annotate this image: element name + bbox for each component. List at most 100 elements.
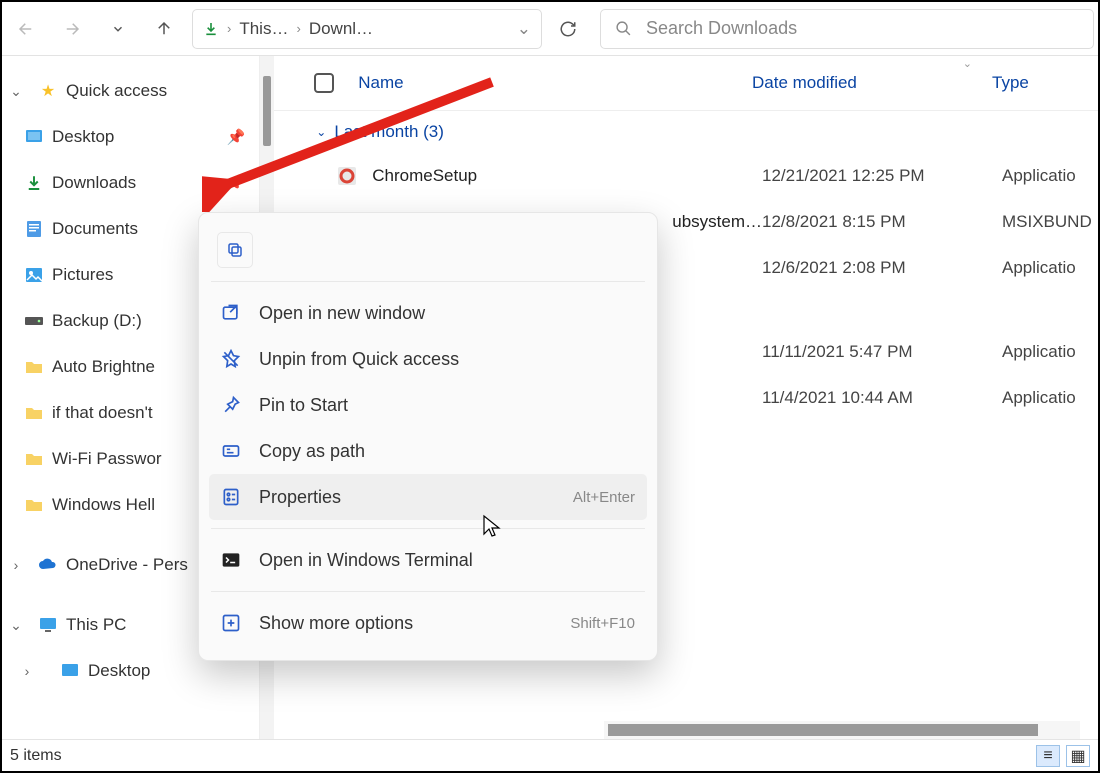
sidebar-label: Quick access (66, 81, 167, 101)
file-date: 12/6/2021 2:08 PM (762, 258, 1002, 278)
drive-icon (24, 311, 44, 331)
breadcrumb-segment[interactable]: This… (239, 19, 288, 39)
file-type: Applicatio (1002, 166, 1098, 186)
file-date: 11/4/2021 10:44 AM (762, 388, 1002, 408)
sidebar-label: Auto Brightne (52, 357, 155, 377)
ctx-label: Show more options (259, 613, 413, 634)
file-group[interactable]: ⌄ Last month (3) (274, 111, 1098, 153)
copy-path-icon (221, 441, 241, 461)
horizontal-scrollbar[interactable] (604, 721, 1080, 739)
sidebar-label: Downloads (52, 173, 136, 193)
chevron-down-icon[interactable]: ⌄ (2, 617, 30, 634)
sidebar-label: OneDrive - Pers (66, 555, 188, 575)
file-row[interactable]: ChromeSetup 12/21/2021 12:25 PM Applicat… (274, 153, 1098, 199)
sidebar-label: This PC (66, 615, 126, 635)
ctx-unpin[interactable]: Unpin from Quick access (209, 336, 647, 382)
pictures-icon (24, 265, 44, 285)
ctx-label: Unpin from Quick access (259, 349, 459, 370)
details-view-button[interactable]: ≡ (1036, 745, 1060, 767)
group-label: Last month (3) (334, 122, 444, 142)
chevron-down-icon: ⌄ (316, 125, 326, 139)
sidebar-label: Backup (D:) (52, 311, 142, 331)
ctx-copy-path[interactable]: Copy as path (209, 428, 647, 474)
download-icon (24, 173, 44, 193)
ctx-pin-start[interactable]: Pin to Start (209, 382, 647, 428)
forward-button[interactable] (52, 9, 92, 49)
ctx-properties[interactable]: Properties Alt+Enter (209, 474, 647, 520)
pin-icon: 📌 (227, 128, 246, 146)
desktop-icon (24, 127, 44, 147)
sidebar-label: Desktop (52, 127, 114, 147)
ctx-label: Properties (259, 487, 341, 508)
ctx-more-options[interactable]: Show more options Shift+F10 (209, 600, 647, 646)
chevron-down-icon[interactable]: ⌄ (517, 19, 531, 39)
chevron-right-icon[interactable]: › (2, 557, 30, 573)
properties-icon (221, 487, 241, 507)
icons-view-button[interactable]: ▦ (1066, 745, 1090, 767)
search-box[interactable]: Search Downloads (600, 9, 1094, 49)
sidebar-label: Windows Hell (52, 495, 155, 515)
folder-icon (24, 403, 44, 423)
ctx-open-new-window[interactable]: Open in new window (209, 290, 647, 336)
sidebar-item-downloads[interactable]: Downloads 📌 (2, 160, 259, 206)
refresh-button[interactable] (548, 9, 588, 49)
file-date: 11/11/2021 5:47 PM (762, 342, 1002, 362)
new-window-icon (221, 303, 241, 323)
folder-icon (24, 449, 44, 469)
folder-icon (24, 357, 44, 377)
file-type: Applicatio (1002, 342, 1098, 362)
file-name: ChromeSetup (372, 166, 762, 186)
address-bar[interactable]: › This… › Downl… ⌄ (192, 9, 542, 49)
toolbar: › This… › Downl… ⌄ Search Downloads (2, 2, 1098, 56)
ctx-shortcut: Alt+Enter (573, 489, 635, 506)
recent-locations-button[interactable] (98, 9, 138, 49)
column-name[interactable]: Name (358, 73, 752, 93)
copy-icon (226, 241, 244, 259)
pin-icon (221, 395, 241, 415)
cloud-icon (38, 555, 58, 575)
file-date: 12/8/2021 8:15 PM (762, 212, 1002, 232)
sidebar-label: Pictures (52, 265, 113, 285)
breadcrumb-segment[interactable]: Downl… (309, 19, 373, 39)
sidebar-label: Documents (52, 219, 138, 239)
sidebar-label: Wi-Fi Passwor (52, 449, 162, 469)
column-date[interactable]: ⌄Date modified (752, 73, 992, 93)
breadcrumb-sep-icon: › (296, 21, 300, 36)
up-button[interactable] (144, 9, 184, 49)
sidebar-label: if that doesn't (52, 403, 153, 423)
copy-button[interactable] (217, 232, 253, 268)
ctx-label: Open in Windows Terminal (259, 550, 473, 571)
file-type: MSIXBUND (1002, 212, 1098, 232)
breadcrumb-sep-icon: › (227, 21, 231, 36)
terminal-icon (221, 550, 241, 570)
file-type: Applicatio (1002, 388, 1098, 408)
context-menu: Open in new window Unpin from Quick acce… (198, 212, 658, 661)
more-options-icon (221, 613, 241, 633)
sidebar-item-desktop[interactable]: Desktop 📌 (2, 114, 259, 160)
search-placeholder: Search Downloads (646, 18, 797, 39)
desktop-icon (60, 661, 80, 681)
column-type[interactable]: Type (992, 73, 1088, 93)
application-icon (336, 165, 358, 187)
sort-indicator-icon: ⌄ (963, 57, 972, 70)
sidebar-label: Desktop (88, 661, 150, 681)
chevron-down-icon[interactable]: ⌄ (2, 83, 30, 100)
monitor-icon (38, 615, 58, 635)
star-icon: ★ (38, 81, 58, 101)
document-icon (24, 219, 44, 239)
chevron-right-icon[interactable]: › (2, 663, 52, 679)
search-icon (615, 20, 632, 37)
ctx-label: Open in new window (259, 303, 425, 324)
sidebar-quick-access[interactable]: ⌄ ★ Quick access (2, 68, 259, 114)
back-button[interactable] (6, 9, 46, 49)
file-type: Applicatio (1002, 258, 1098, 278)
unpin-icon (221, 349, 241, 369)
ctx-label: Copy as path (259, 441, 365, 462)
ctx-terminal[interactable]: Open in Windows Terminal (209, 537, 647, 583)
ctx-label: Pin to Start (259, 395, 348, 416)
status-bar: 5 items ≡ ▦ (2, 739, 1098, 771)
folder-icon (24, 495, 44, 515)
select-all-checkbox[interactable] (314, 73, 334, 93)
status-items: 5 items (10, 747, 62, 765)
download-icon (203, 21, 219, 37)
